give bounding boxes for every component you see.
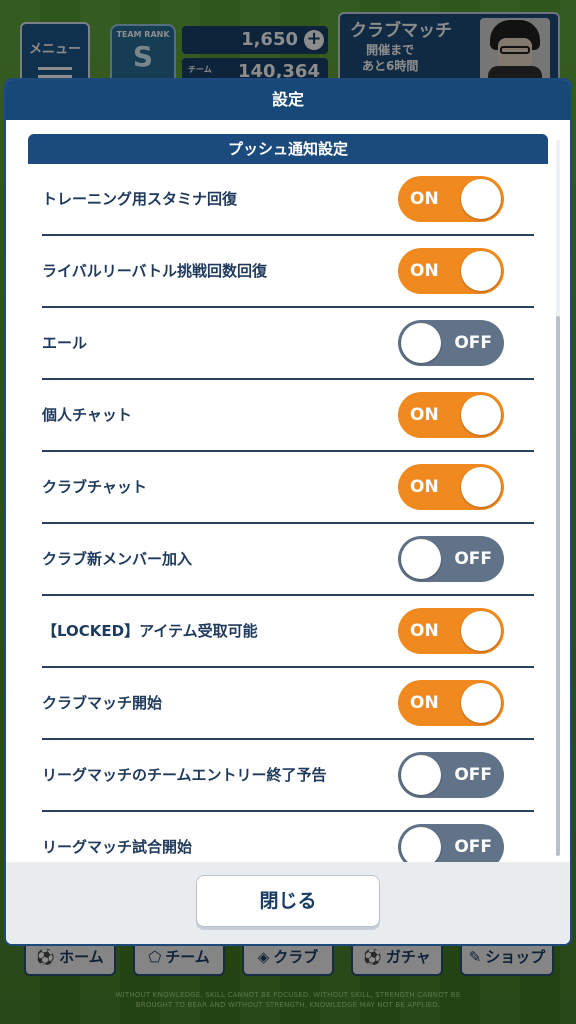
scrollbar-thumb[interactable] — [556, 316, 560, 856]
setting-row: リーグマッチ試合開始 OFF — [42, 812, 534, 862]
notification-toggle[interactable]: ON — [398, 392, 504, 438]
setting-row: エール OFF — [42, 308, 534, 380]
toggle-state-text: ON — [410, 261, 439, 281]
toggle-state-text: ON — [410, 693, 439, 713]
dialog-footer: 閉じる — [6, 862, 570, 944]
notification-toggle[interactable]: OFF — [398, 824, 504, 862]
close-button[interactable]: 閉じる — [196, 875, 380, 927]
toggle-state-text: ON — [410, 189, 439, 209]
toggle-knob — [461, 611, 501, 651]
notification-toggle[interactable]: ON — [398, 608, 504, 654]
toggle-state-text: OFF — [454, 333, 492, 353]
toggle-state-text: OFF — [454, 549, 492, 569]
toggle-knob — [401, 755, 441, 795]
settings-dialog: 設定 プッシュ通知設定 トレーニング用スタミナ回復 ON ライバルリーバトル挑戦回数… — [6, 80, 570, 944]
push-settings-list: トレーニング用スタミナ回復 ON ライバルリーバトル挑戦回数回復 ON エール OFF 個人… — [28, 164, 548, 862]
toggle-knob — [461, 395, 501, 435]
setting-label: トレーニング用スタミナ回復 — [42, 190, 238, 208]
toggle-state-text: OFF — [454, 837, 492, 857]
setting-label: クラブマッチ開始 — [42, 694, 163, 712]
setting-row: クラブ新メンバー加入 OFF — [42, 524, 534, 596]
toggle-state-text: ON — [410, 477, 439, 497]
dialog-title: 設定 — [6, 80, 570, 120]
scrollbar[interactable] — [556, 140, 560, 856]
toggle-knob — [461, 683, 501, 723]
setting-row: トレーニング用スタミナ回復 ON — [42, 164, 534, 236]
section-title: プッシュ通知設定 — [28, 134, 548, 164]
toggle-knob — [461, 467, 501, 507]
setting-row: 個人チャット ON — [42, 380, 534, 452]
toggle-knob — [461, 251, 501, 291]
setting-label: クラブ新メンバー加入 — [42, 550, 193, 568]
notification-toggle[interactable]: ON — [398, 680, 504, 726]
setting-label: 【LOCKED】アイテム受取可能 — [42, 622, 258, 640]
toggle-knob — [461, 179, 501, 219]
toggle-knob — [401, 827, 441, 862]
notification-toggle[interactable]: ON — [398, 464, 504, 510]
setting-row: クラブマッチ開始 ON — [42, 668, 534, 740]
notification-toggle[interactable]: ON — [398, 176, 504, 222]
setting-label: クラブチャット — [42, 478, 147, 496]
toggle-state-text: ON — [410, 621, 439, 641]
setting-row: リーグマッチのチームエントリー終了予告 OFF — [42, 740, 534, 812]
notification-toggle[interactable]: OFF — [398, 752, 504, 798]
toggle-knob — [401, 539, 441, 579]
toggle-knob — [401, 323, 441, 363]
setting-row: クラブチャット ON — [42, 452, 534, 524]
notification-toggle[interactable]: ON — [398, 248, 504, 294]
notification-toggle[interactable]: OFF — [398, 320, 504, 366]
setting-label: エール — [42, 334, 88, 352]
toggle-state-text: ON — [410, 405, 439, 425]
notification-toggle[interactable]: OFF — [398, 536, 504, 582]
setting-label: ライバルリーバトル挑戦回数回復 — [42, 262, 268, 280]
setting-label: 個人チャット — [42, 406, 132, 424]
toggle-state-text: OFF — [454, 765, 492, 785]
settings-scroll-area[interactable]: プッシュ通知設定 トレーニング用スタミナ回復 ON ライバルリーバトル挑戦回数回復 O… — [6, 120, 570, 862]
setting-label: リーグマッチのチームエントリー終了予告 — [42, 766, 327, 784]
setting-row: 【LOCKED】アイテム受取可能 ON — [42, 596, 534, 668]
setting-row: ライバルリーバトル挑戦回数回復 ON — [42, 236, 534, 308]
setting-label: リーグマッチ試合開始 — [42, 838, 193, 856]
